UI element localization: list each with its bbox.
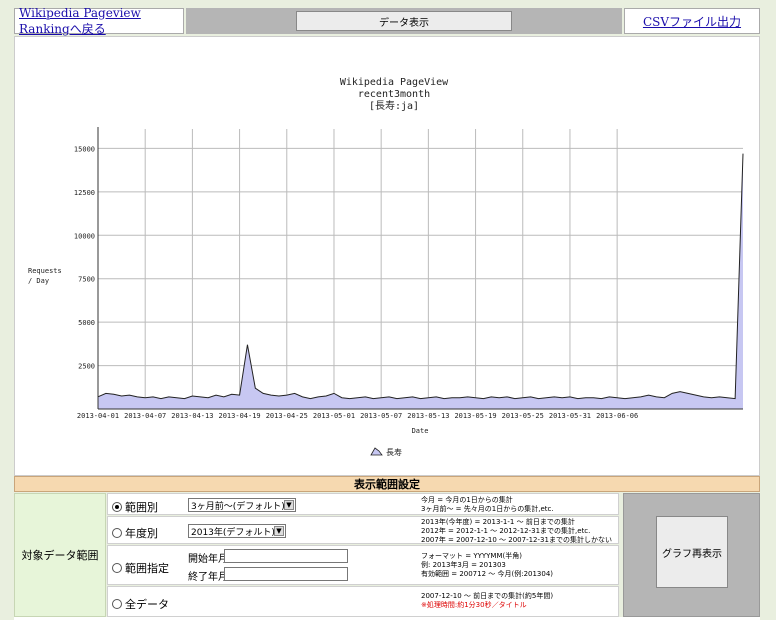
radio-dot[interactable] [112, 599, 122, 609]
x-tick-label: 2013-04-01 [77, 412, 119, 420]
x-axis-label: Date [412, 427, 429, 435]
y-tick-label: 7500 [78, 276, 95, 284]
desc-line: 3ヶ月前〜 = 先々月の1日からの集計,etc. [421, 505, 554, 513]
radio-label: 範囲指定 [125, 562, 169, 575]
radio-dot[interactable] [112, 563, 122, 573]
radio-dot-selected[interactable] [112, 502, 122, 512]
redraw-graph-button[interactable]: グラフ再表示 [656, 516, 728, 588]
year-select[interactable]: 2013年(デフォルト) ▼ [188, 524, 286, 538]
chevron-down-icon[interactable]: ▼ [284, 500, 294, 510]
top-bar: Wikipedia Pageview Rankingへ戻る データ表示 CSVフ… [14, 6, 760, 36]
option-row-all: 全データ 2007-12-10 〜 前日までの集計(約5年間) ※処理時間:約1… [107, 586, 619, 617]
radio-label: 範囲別 [125, 501, 158, 514]
x-tick-label: 2013-04-07 [124, 412, 166, 420]
csv-export-link[interactable]: CSVファイル出力 [624, 8, 760, 34]
start-month-label: 開始年月 [188, 554, 228, 565]
x-tick-label: 2013-05-01 [313, 412, 355, 420]
radio-custom[interactable]: 範囲指定 [112, 560, 169, 576]
processing-time-note: ※処理時間:約1分30秒／タイトル [421, 601, 527, 609]
top-toolbar: データ表示 [186, 8, 622, 34]
chart-title-line: Wikipedia PageView [340, 77, 449, 88]
option-row-year: 年度別 2013年(デフォルト) ▼ 2013年(今年度) = 2013-1-1… [107, 516, 619, 544]
chevron-down-icon[interactable]: ▼ [274, 526, 284, 536]
series-line [97, 153, 744, 400]
select-value: 2013年(デフォルト) [191, 527, 275, 538]
x-tick-label: 2013-05-07 [360, 412, 402, 420]
desc-line: 2013年(今年度) = 2013-1-1 〜 前日までの集計 [421, 518, 575, 526]
end-month-input[interactable] [224, 567, 348, 581]
legend-swatch [370, 447, 383, 456]
data-display-button[interactable]: データ表示 [296, 11, 512, 31]
chart-panel: Wikipedia PageView recent3month [長寿:ja] 250… [14, 36, 760, 476]
y-tick-label: 5000 [78, 319, 95, 327]
target-range-label: 対象データ範囲 [14, 493, 106, 617]
radio-all[interactable]: 全データ [112, 596, 169, 612]
x-tick-label: 2013-05-19 [454, 412, 496, 420]
x-tick-label: 2013-06-06 [596, 412, 638, 420]
pageview-chart: Wikipedia PageViewrecent3month[長寿:ja] 250… [28, 77, 744, 457]
x-tick-label: 2013-05-31 [549, 412, 591, 420]
x-tick-label: 2013-05-25 [502, 412, 544, 420]
custom-description: フォーマット = YYYYMM(半角) 例: 2013年3月 = 201303 … [421, 552, 553, 579]
chart-title-line: recent3month [358, 89, 430, 100]
redraw-panel: グラフ再表示 [623, 493, 760, 617]
radio-label: 年度別 [125, 527, 158, 540]
desc-line: 例: 2013年3月 = 201303 [421, 561, 506, 569]
y-tick-label: 12500 [74, 189, 95, 197]
option-row-range: 範囲別 3ヶ月前〜(デフォルト) ▼ 今月 = 今月の1日からの集計 3ヶ月前〜… [107, 493, 619, 515]
desc-line: 今月 = 今月の1日からの集計 [421, 496, 513, 504]
desc-line: 2007-12-10 〜 前日までの集計(約5年間) [421, 592, 554, 600]
range-select[interactable]: 3ヶ月前〜(デフォルト) ▼ [188, 498, 296, 512]
end-month-label: 終了年月 [188, 572, 228, 583]
year-description: 2013年(今年度) = 2013-1-1 〜 前日までの集計 2012年 = … [421, 518, 612, 545]
option-row-custom: 範囲指定 開始年月 終了年月 フォーマット = YYYYMM(半角) 例: 20… [107, 545, 619, 585]
radio-dot[interactable] [112, 528, 122, 538]
range-settings: 表示範囲設定 対象データ範囲 範囲別 3ヶ月前〜(デフォルト) ▼ 今月 = 今… [14, 476, 760, 620]
settings-title: 表示範囲設定 [14, 476, 760, 492]
y-tick-label: 15000 [74, 145, 95, 153]
desc-line: 有効範囲 = 200712 〜 今月(例:201304) [421, 570, 554, 578]
y-axis-label: Requests [28, 267, 62, 275]
desc-line: フォーマット = YYYYMM(半角) [421, 552, 522, 560]
chart-title-line: [長寿:ja] [369, 99, 419, 112]
x-tick-label: 2013-04-19 [219, 412, 261, 420]
y-tick-label: 2500 [78, 363, 95, 371]
desc-line: 2012年 = 2012-1-1 〜 2012-12-31までの集計,etc. [421, 527, 591, 535]
radio-label: 全データ [125, 598, 169, 611]
desc-line: 2007年 = 2007-12-10 〜 2007-12-31までの集計しかない [421, 536, 612, 544]
range-description: 今月 = 今月の1日からの集計 3ヶ月前〜 = 先々月の1日からの集計,etc. [421, 496, 554, 514]
all-description: 2007-12-10 〜 前日までの集計(約5年間) ※処理時間:約1分30秒／… [421, 592, 553, 610]
select-value: 3ヶ月前〜(デフォルト) [191, 501, 285, 512]
legend-label: 長寿 [386, 447, 402, 457]
y-axis-label: / Day [28, 277, 49, 285]
y-tick-label: 10000 [74, 232, 95, 240]
start-month-input[interactable] [224, 549, 348, 563]
x-tick-label: 2013-05-13 [407, 412, 449, 420]
radio-year[interactable]: 年度別 [112, 525, 158, 541]
x-tick-label: 2013-04-13 [171, 412, 213, 420]
radio-range[interactable]: 範囲別 [112, 499, 158, 515]
back-to-ranking-link[interactable]: Wikipedia Pageview Rankingへ戻る [14, 6, 184, 36]
x-tick-label: 2013-04-25 [266, 412, 308, 420]
